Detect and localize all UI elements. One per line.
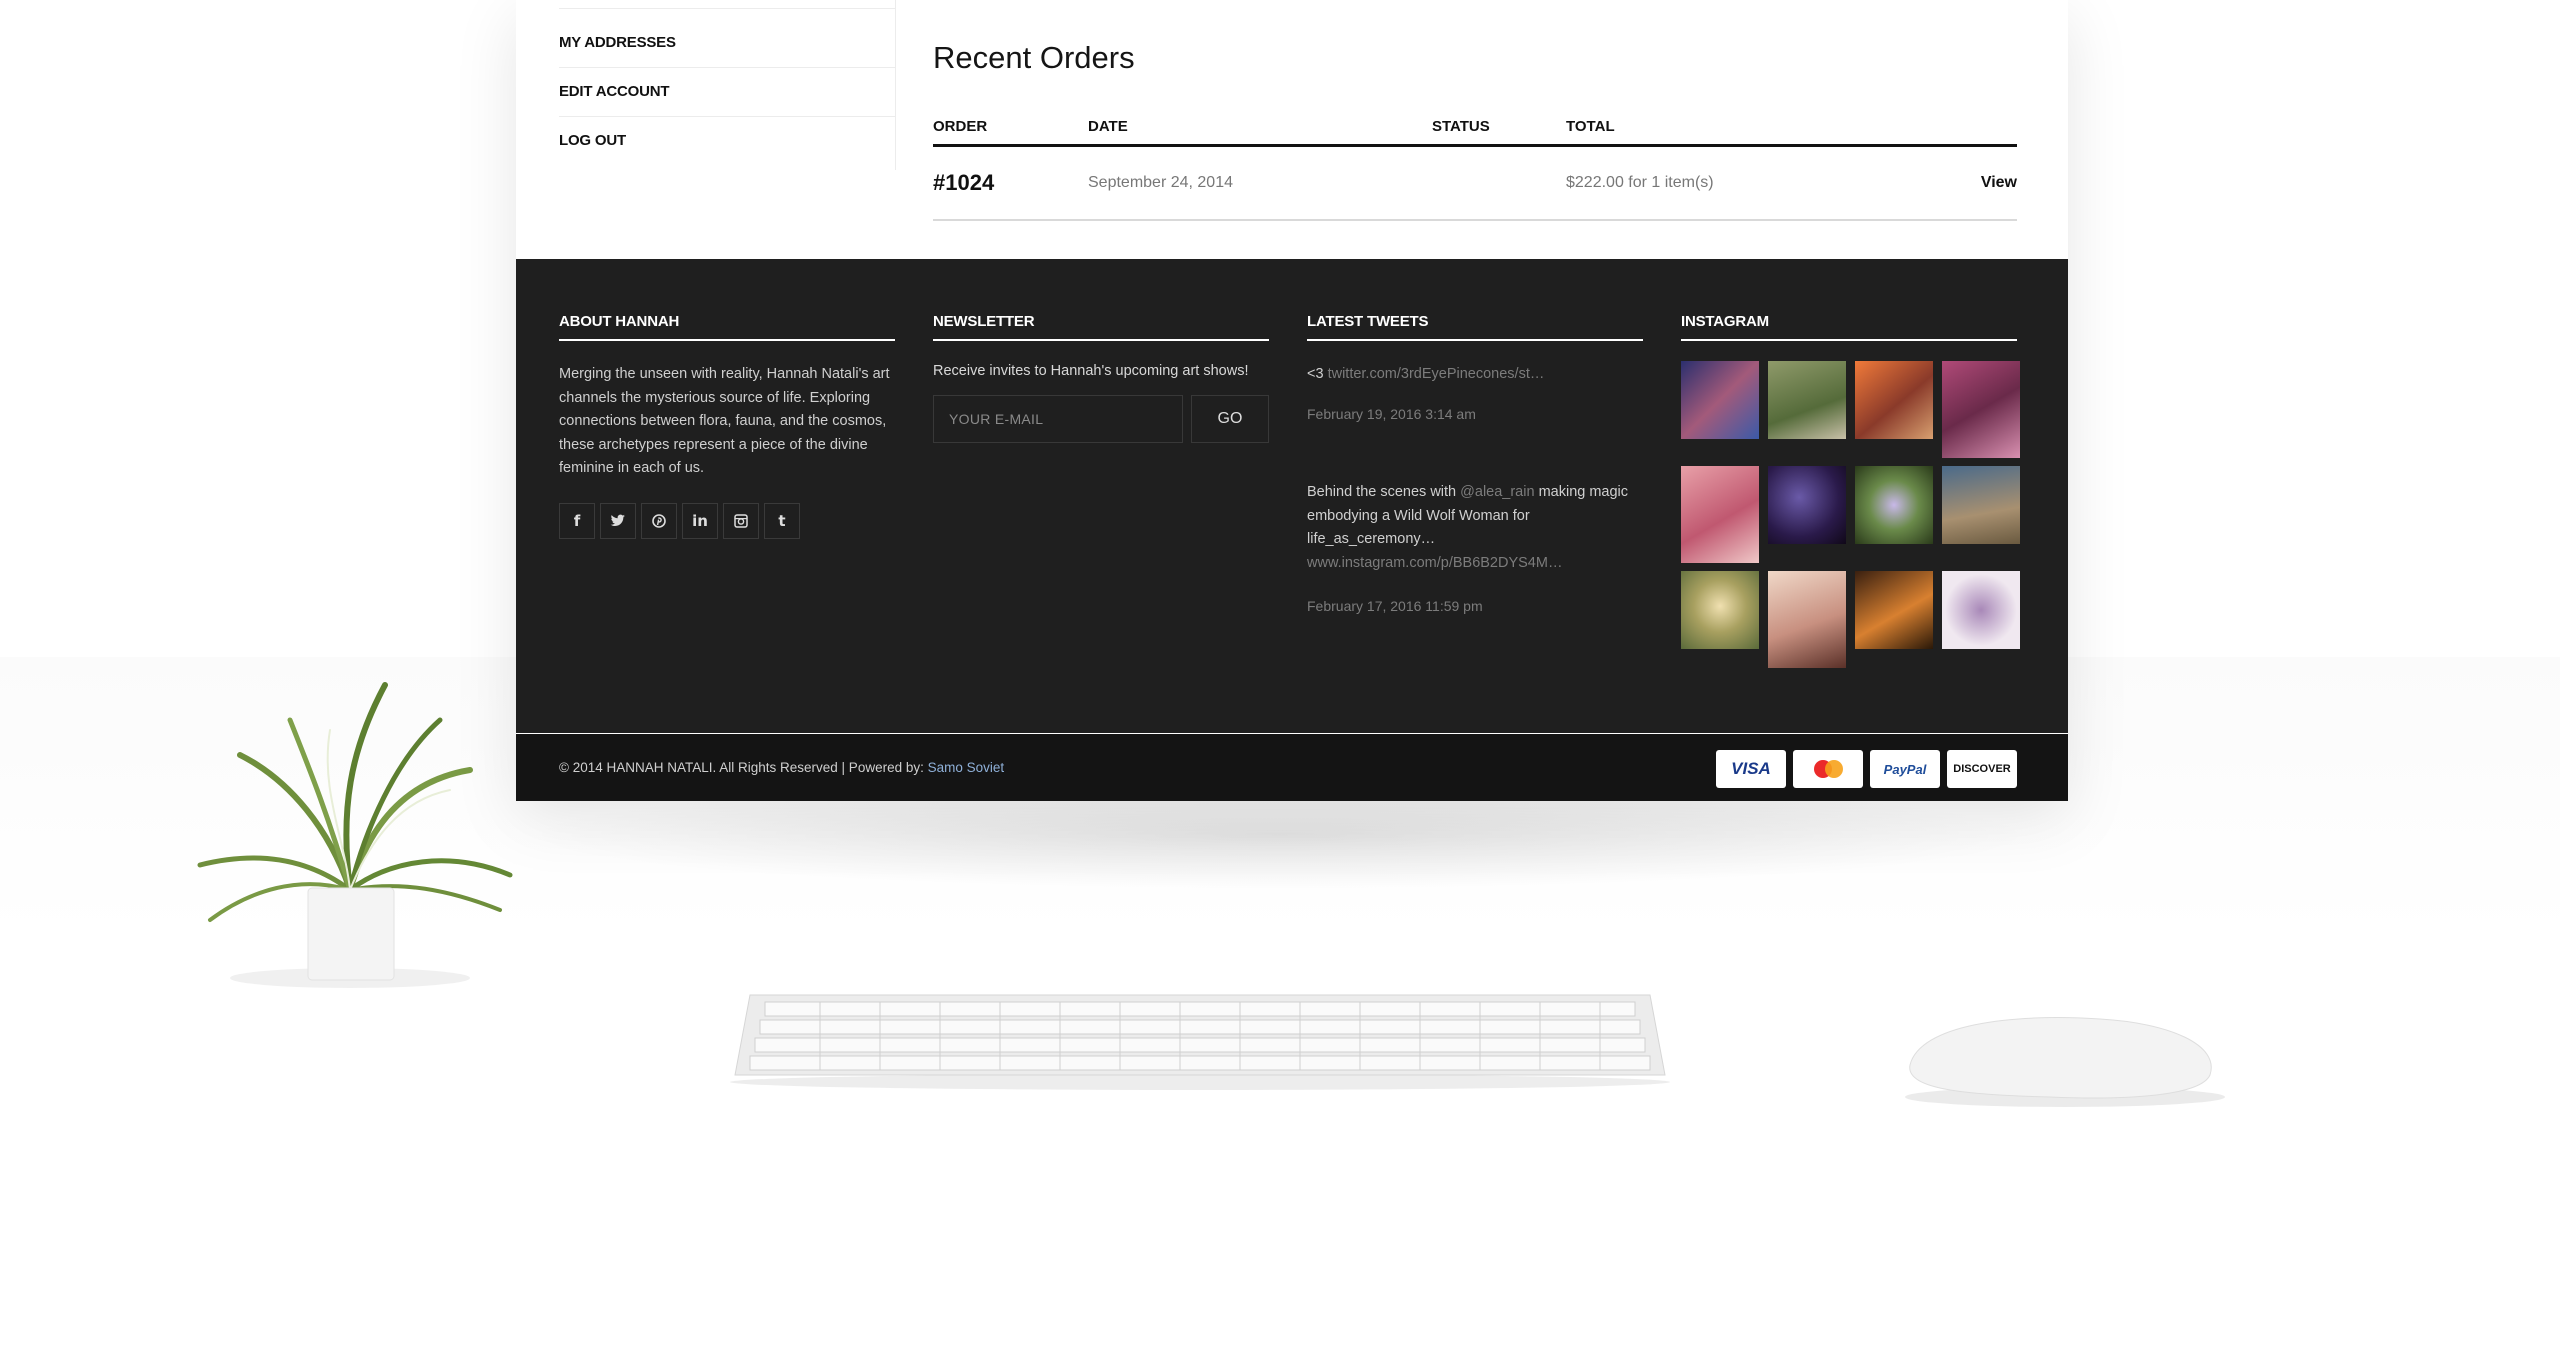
visa-icon: VISA: [1716, 750, 1786, 788]
powered-by-link[interactable]: Samo Soviet: [928, 760, 1005, 775]
copyright-text: © 2014 HANNAH NATALI. All Rights Reserve…: [559, 734, 1004, 801]
tweet-prefix: <3: [1307, 366, 1328, 382]
header-date: DATE: [1088, 108, 1432, 147]
newsletter-go-button[interactable]: GO: [1191, 395, 1269, 443]
header-order: ORDER: [933, 108, 1088, 147]
nav-item-log-out[interactable]: LOG OUT: [559, 116, 895, 165]
header-total: TOTAL: [1566, 108, 1919, 147]
linkedin-icon[interactable]: in: [682, 502, 718, 539]
tweet-item: Behind the scenes with @alea_rain making…: [1307, 481, 1643, 619]
instagram-photo[interactable]: [1768, 361, 1846, 439]
about-text: Merging the unseen with reality, Hannah …: [559, 366, 890, 476]
orders-header-row: ORDER DATE STATUS TOTAL: [933, 108, 2017, 147]
nav-item-partial: [559, 0, 895, 9]
instagram-photo[interactable]: [1855, 571, 1933, 649]
email-input[interactable]: [933, 395, 1183, 443]
site-footer: ABOUT HANNAH Merging the unseen with rea…: [516, 259, 2068, 801]
footer-bottom-bar: © 2014 HANNAH NATALI. All Rights Reserve…: [516, 734, 2068, 801]
account-navigation: MY ADDRESSES EDIT ACCOUNT LOG OUT: [559, 0, 896, 170]
view-order-link[interactable]: View: [1919, 145, 2017, 221]
header-actions: [1919, 108, 2017, 147]
order-number[interactable]: #1024: [933, 145, 1088, 221]
nav-item-edit-account[interactable]: EDIT ACCOUNT: [559, 67, 895, 116]
instagram-photo[interactable]: [1942, 466, 2020, 544]
instagram-grid: [1681, 361, 2020, 668]
footer-tweets: LATEST TWEETS <3 twitter.com/3rdEyePinec…: [1307, 313, 1643, 619]
about-title: ABOUT HANNAH: [559, 313, 895, 341]
tweets-title: LATEST TWEETS: [1307, 313, 1643, 341]
tweet-mention[interactable]: @alea_rain: [1460, 484, 1534, 500]
instagram-photo[interactable]: [1768, 571, 1846, 668]
order-status: [1432, 145, 1566, 221]
tweet-item: <3 twitter.com/3rdEyePinecones/st… Febru…: [1307, 363, 1643, 426]
tweet-date: February 19, 2016 3:14 am: [1307, 405, 1476, 422]
instagram-icon[interactable]: [723, 502, 759, 539]
tweet-date: February 17, 2016 11:59 pm: [1307, 598, 1483, 614]
instagram-photo[interactable]: [1681, 466, 1759, 563]
header-status: STATUS: [1432, 108, 1566, 147]
payment-methods: VISA PayPal DISCOVER: [1716, 750, 2017, 788]
footer-about: ABOUT HANNAH Merging the unseen with rea…: [559, 313, 895, 539]
facebook-icon[interactable]: f: [559, 502, 595, 539]
instagram-photo[interactable]: [1855, 361, 1933, 439]
tumblr-icon[interactable]: t: [764, 502, 800, 539]
instagram-photo[interactable]: [1855, 466, 1933, 544]
footer-instagram: INSTAGRAM: [1681, 313, 2020, 668]
instagram-title: INSTAGRAM: [1681, 313, 2017, 341]
paypal-icon: PayPal: [1870, 750, 1940, 788]
newsletter-form: GO: [933, 395, 1269, 443]
recent-orders-title: Recent Orders: [933, 40, 1135, 75]
website-screen: MY ADDRESSES EDIT ACCOUNT LOG OUT Recent…: [516, 0, 2068, 801]
pinterest-icon[interactable]: [641, 502, 677, 539]
table-row: #1024 September 24, 2014 $222.00 for 1 i…: [933, 145, 2017, 221]
copyright-label: © 2014 HANNAH NATALI. All Rights Reserve…: [559, 760, 928, 775]
tweet-link[interactable]: www.instagram.com/p/BB6B2DYS4M…: [1307, 555, 1562, 571]
instagram-photo[interactable]: [1681, 361, 1759, 439]
order-total: $222.00 for 1 item(s): [1566, 145, 1919, 221]
instagram-photo[interactable]: [1681, 571, 1759, 649]
instagram-photo[interactable]: [1942, 571, 2020, 649]
mastercard-icon: [1793, 750, 1863, 788]
orders-table: ORDER DATE STATUS TOTAL #1024 September …: [933, 108, 2017, 221]
newsletter-text: Receive invites to Hannah's upcoming art…: [933, 363, 1249, 379]
newsletter-title: NEWSLETTER: [933, 313, 1269, 341]
mouse-decoration: [1905, 1017, 2225, 1107]
keyboard-decoration: [730, 994, 1670, 1090]
instagram-photo[interactable]: [1768, 466, 1846, 544]
footer-newsletter: NEWSLETTER Receive invites to Hannah's u…: [933, 313, 1269, 443]
tweet-link[interactable]: twitter.com/3rdEyePinecones/st…: [1328, 366, 1545, 382]
instagram-photo[interactable]: [1942, 361, 2020, 458]
order-date: September 24, 2014: [1088, 145, 1432, 221]
discover-icon: DISCOVER: [1947, 750, 2017, 788]
tweet-prefix: Behind the scenes with: [1307, 484, 1461, 500]
twitter-icon[interactable]: [600, 502, 636, 539]
nav-item-my-addresses[interactable]: MY ADDRESSES: [559, 19, 895, 67]
social-links: f in t: [559, 502, 895, 539]
